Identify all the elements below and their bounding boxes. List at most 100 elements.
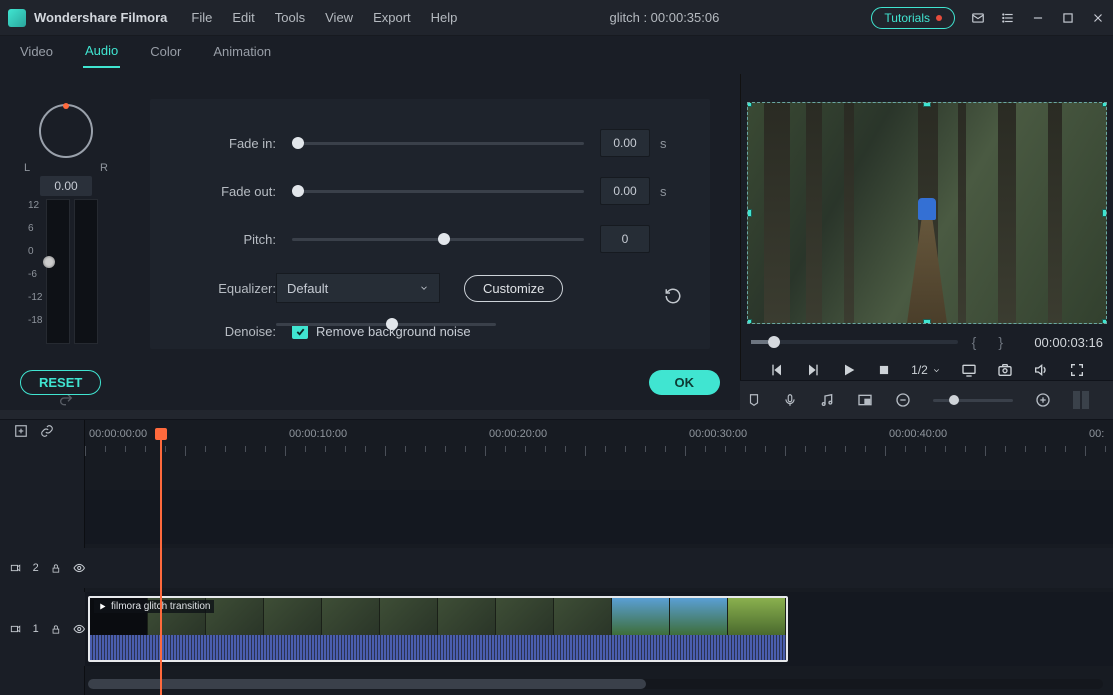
track-number: 2 <box>33 562 39 574</box>
ok-button[interactable]: OK <box>649 370 721 395</box>
menu-edit[interactable]: Edit <box>232 10 254 25</box>
resize-handle[interactable] <box>1102 319 1107 324</box>
pip-icon[interactable] <box>857 392 873 408</box>
fade-in-value[interactable]: 0.00 <box>600 129 650 157</box>
eye-icon[interactable] <box>73 561 85 575</box>
resize-handle[interactable] <box>747 319 752 324</box>
tab-color[interactable]: Color <box>148 44 183 67</box>
fade-in-label: Fade in: <box>180 136 276 151</box>
track-number: 1 <box>33 623 39 635</box>
pitch-slider[interactable] <box>292 232 584 246</box>
chevron-down-icon <box>419 283 429 293</box>
pan-l-label: L <box>24 162 30 174</box>
track-video-1[interactable]: 1 filmora glitch transition <box>0 592 1113 666</box>
resize-handle[interactable] <box>1102 102 1107 107</box>
brace-close-icon[interactable]: } <box>990 334 1011 350</box>
play-button[interactable] <box>841 362 857 378</box>
fade-out-label: Fade out: <box>180 184 276 199</box>
dot-icon <box>936 15 942 21</box>
add-track-icon[interactable] <box>14 424 28 438</box>
track-empty[interactable] <box>0 490 1113 544</box>
track-video-2[interactable]: 2 <box>0 548 1113 588</box>
project-title: glitch : 00:00:35:06 <box>457 10 871 25</box>
video-track-icon <box>10 562 21 574</box>
preview-scrubber[interactable] <box>751 340 958 344</box>
resize-handle[interactable] <box>923 102 931 107</box>
minimize-icon[interactable] <box>1031 11 1045 25</box>
pan-r-label: R <box>100 162 108 174</box>
fade-out-slider[interactable] <box>292 184 584 198</box>
menu-help[interactable]: Help <box>431 10 458 25</box>
tab-video[interactable]: Video <box>18 44 55 67</box>
resize-handle[interactable] <box>747 102 752 107</box>
track-size-icon[interactable] <box>1073 391 1093 409</box>
audio-panel: LR 0.00 1260-6-12-18 Fade in: 0.00 s Fad… <box>0 74 740 380</box>
menu-view[interactable]: View <box>325 10 353 25</box>
fade-out-value[interactable]: 0.00 <box>600 177 650 205</box>
resize-handle[interactable] <box>923 319 931 324</box>
pan-value: 0.00 <box>40 176 91 196</box>
app-logo-icon <box>8 9 26 27</box>
resize-handle[interactable] <box>1102 209 1107 217</box>
level-meter-r <box>74 199 98 344</box>
mail-icon[interactable] <box>971 11 985 25</box>
menu-file[interactable]: File <box>191 10 212 25</box>
maximize-icon[interactable] <box>1061 11 1075 25</box>
menu-tools[interactable]: Tools <box>275 10 305 25</box>
equalizer-select[interactable]: Default <box>276 273 440 303</box>
preview-timecode: 00:00:03:16 <box>1017 335 1103 350</box>
marker-icon[interactable] <box>747 392 761 408</box>
timeline-ruler[interactable]: 00:00:00:00 00:00:10:00 00:00:20:00 00:0… <box>85 428 1113 454</box>
lock-icon[interactable] <box>51 624 61 635</box>
lock-icon[interactable] <box>51 563 61 574</box>
denoise-slider[interactable] <box>276 317 496 331</box>
quality-icon[interactable] <box>961 362 977 378</box>
equalizer-label: Equalizer: <box>180 281 276 296</box>
video-clip[interactable]: filmora glitch transition <box>88 596 788 662</box>
menu-export[interactable]: Export <box>373 10 411 25</box>
redo-icon[interactable] <box>58 392 74 408</box>
fullscreen-icon[interactable] <box>1069 362 1085 378</box>
titlebar: Wondershare Filmora File Edit Tools View… <box>0 0 1113 36</box>
preview-viewport[interactable] <box>747 102 1107 324</box>
tab-audio[interactable]: Audio <box>83 43 120 68</box>
zoom-slider[interactable] <box>933 399 1013 402</box>
link-icon[interactable] <box>40 424 54 438</box>
chevron-down-icon <box>932 366 941 375</box>
denoise-label: Denoise: <box>180 324 276 339</box>
playback-speed[interactable]: 1/2 <box>911 363 941 377</box>
list-icon[interactable] <box>1001 11 1015 25</box>
refresh-icon[interactable] <box>664 287 682 305</box>
stop-button[interactable] <box>877 363 891 377</box>
reset-button[interactable]: RESET <box>20 370 101 395</box>
volume-fader[interactable] <box>43 256 55 268</box>
eye-icon[interactable] <box>73 622 85 636</box>
tab-animation[interactable]: Animation <box>211 44 273 67</box>
snapshot-icon[interactable] <box>997 362 1013 378</box>
resize-handle[interactable] <box>747 209 752 217</box>
close-icon[interactable] <box>1091 11 1105 25</box>
brace-open-icon[interactable]: { <box>964 334 985 350</box>
timeline: 00:00:00:00 00:00:10:00 00:00:20:00 00:0… <box>0 420 1113 695</box>
clip-waveform <box>90 635 786 660</box>
playhead[interactable] <box>160 428 162 695</box>
tutorials-button[interactable]: Tutorials <box>871 7 955 29</box>
property-tabs: Video Audio Color Animation <box>0 36 1113 74</box>
audio-sync-icon[interactable] <box>819 392 835 408</box>
audio-settings-form: Fade in: 0.00 s Fade out: 0.00 s Pitch: … <box>150 99 710 349</box>
seconds-suffix: s <box>660 136 680 151</box>
video-track-icon <box>10 623 21 635</box>
record-voice-icon[interactable] <box>783 392 797 408</box>
seconds-suffix: s <box>660 184 680 199</box>
zoom-out-icon[interactable] <box>895 392 911 408</box>
zoom-in-icon[interactable] <box>1035 392 1051 408</box>
timeline-scrollbar[interactable] <box>88 679 1103 689</box>
fade-in-slider[interactable] <box>292 136 584 150</box>
customize-button[interactable]: Customize <box>464 275 563 302</box>
pitch-label: Pitch: <box>180 232 276 247</box>
pan-knob[interactable] <box>39 104 93 158</box>
next-frame-button[interactable] <box>805 362 821 378</box>
prev-frame-button[interactable] <box>769 362 785 378</box>
volume-icon[interactable] <box>1033 362 1049 378</box>
pitch-value[interactable]: 0 <box>600 225 650 253</box>
